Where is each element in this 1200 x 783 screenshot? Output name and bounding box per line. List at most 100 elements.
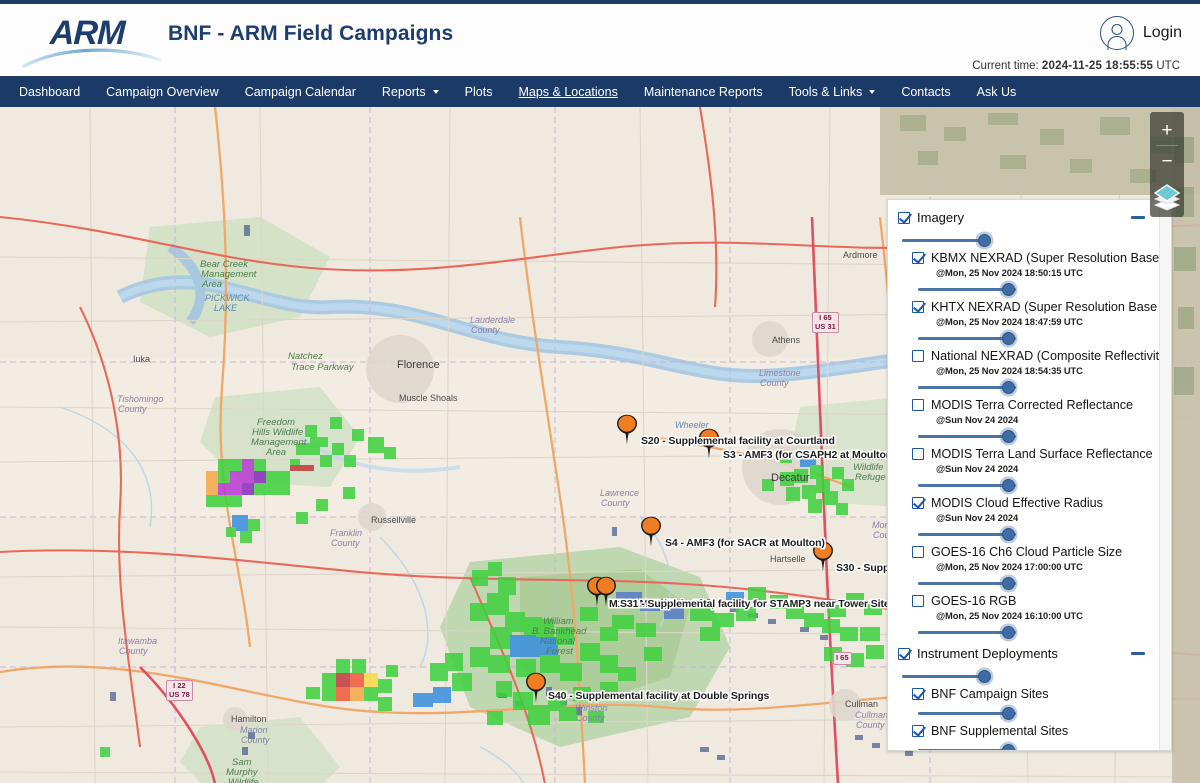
layer-timestamp: @Sun Nov 24 2024: [936, 414, 1019, 425]
slider-track: [902, 675, 990, 678]
nav-item-campaign-calendar[interactable]: Campaign Calendar: [232, 79, 369, 105]
slider-thumb[interactable]: [1002, 430, 1015, 443]
layer-label: GOES-16 Ch6 Cloud Particle Size: [931, 545, 1123, 559]
layer-control-panel[interactable]: Imagery KBMX NEXRAD (Super Resolution Bas…: [887, 199, 1172, 751]
layer-timestamp: @Mon, 25 Nov 2024 18:54:35 UTC: [936, 365, 1083, 376]
nav-item-dashboard[interactable]: Dashboard: [6, 79, 93, 105]
layer-opacity-slider[interactable]: [918, 281, 1151, 297]
nav-item-contacts[interactable]: Contacts: [888, 79, 963, 105]
user-account-icon: [1099, 16, 1134, 50]
site-header: ARM BNF - ARM Field Campaigns Login Curr…: [0, 4, 1200, 76]
layer-checkbox[interactable]: [912, 688, 924, 700]
layer-group-opacity-slider[interactable]: [896, 668, 1151, 684]
layer-checkbox[interactable]: [912, 546, 924, 558]
slider-thumb[interactable]: [1002, 626, 1015, 639]
slider-thumb[interactable]: [1002, 707, 1015, 720]
layer-checkbox[interactable]: [912, 725, 924, 737]
layer-item[interactable]: GOES-16 RGB: [896, 593, 1151, 609]
map-marker-label: S20 - Supplemental facility at Courtland: [641, 435, 835, 447]
layer-group-opacity-slider[interactable]: [896, 232, 1151, 248]
layer-label: MODIS Cloud Effective Radius: [931, 496, 1103, 510]
nav-item-reports[interactable]: Reports: [369, 79, 452, 105]
zoom-out-button[interactable]: −: [1152, 146, 1182, 176]
slider-thumb[interactable]: [978, 670, 991, 683]
layer-opacity-slider[interactable]: [918, 742, 1151, 750]
zoom-in-button[interactable]: +: [1152, 115, 1182, 145]
slider-thumb[interactable]: [1002, 577, 1015, 590]
layer-item[interactable]: MODIS Cloud Effective Radius: [896, 495, 1151, 511]
slider-thumb[interactable]: [1002, 381, 1015, 394]
slider-thumb[interactable]: [1002, 744, 1015, 750]
slider-thumb[interactable]: [978, 234, 991, 247]
layer-timestamp: @Sun Nov 24 2024: [936, 512, 1019, 523]
nav-item-label: Plots: [464, 84, 493, 99]
layer-group-checkbox[interactable]: [898, 648, 910, 660]
layer-item[interactable]: KBMX NEXRAD (Super Resolution Base Refle…: [896, 250, 1159, 266]
layer-item[interactable]: GOES-16 Ch6 Cloud Particle Size: [896, 544, 1151, 560]
layer-opacity-slider[interactable]: [918, 526, 1151, 542]
layer-label: BNF Campaign Sites: [931, 687, 1049, 701]
current-time: Current time: 2024-11-25 18:55:55 UTC: [972, 60, 1180, 72]
layer-timestamp: @Sun Nov 24 2024: [936, 463, 1019, 474]
layer-opacity-slider[interactable]: [918, 624, 1151, 640]
chevron-down-icon: [869, 89, 876, 94]
layer-checkbox[interactable]: [912, 595, 924, 607]
current-time-value: 2024-11-25 18:55:55: [1041, 60, 1154, 72]
layer-group-imagery[interactable]: Imagery: [896, 206, 1151, 229]
chevron-down-icon: [432, 89, 439, 94]
layer-opacity-slider[interactable]: [918, 575, 1151, 591]
layer-group-checkbox[interactable]: [898, 212, 910, 224]
road-shield: I 65 US 31: [812, 312, 839, 333]
slider-thumb[interactable]: [1002, 283, 1015, 296]
login-button[interactable]: Login: [1099, 16, 1182, 50]
nav-item-campaign-overview[interactable]: Campaign Overview: [93, 79, 232, 105]
layer-opacity-slider[interactable]: [918, 379, 1151, 395]
layer-opacity-slider[interactable]: [918, 330, 1151, 346]
slider-thumb[interactable]: [1002, 528, 1015, 541]
road-shield-line: US 31: [815, 321, 836, 331]
collapse-group-button[interactable]: [1131, 216, 1145, 219]
arm-logo[interactable]: ARM: [22, 10, 162, 68]
nav-item-label: Maps & Locations: [518, 84, 618, 99]
nav-item-maps-locations[interactable]: Maps & Locations: [505, 79, 630, 105]
slider-thumb[interactable]: [1002, 479, 1015, 492]
layer-item[interactable]: MODIS Terra Corrected Reflectance: [896, 397, 1151, 413]
slider-thumb[interactable]: [1002, 332, 1015, 345]
map-marker-label: S40 - Supplemental facility at Double Sp…: [548, 690, 770, 702]
map-marker-label: S30 - Suppl: [836, 562, 893, 574]
layer-opacity-slider[interactable]: [918, 428, 1151, 444]
layer-checkbox[interactable]: [912, 448, 924, 460]
layer-checkbox[interactable]: [912, 497, 924, 509]
main-navigation: Dashboard Campaign Overview Campaign Calen…: [0, 76, 1200, 107]
basemap-layers-icon[interactable]: [1151, 180, 1183, 212]
map-marker-label: S31 - Supplemental facility for STAMP3 n…: [620, 598, 890, 610]
page-title: BNF - ARM Field Campaigns: [168, 22, 454, 45]
layer-checkbox[interactable]: [912, 301, 924, 313]
nav-item-label: Campaign Overview: [106, 84, 219, 99]
nav-item-maintenance-reports[interactable]: Maintenance Reports: [631, 79, 776, 105]
nav-item-ask-us[interactable]: Ask Us: [964, 79, 1030, 105]
layer-opacity-slider[interactable]: [918, 705, 1151, 721]
collapse-group-button[interactable]: [1131, 652, 1145, 655]
current-time-zone: UTC: [1156, 60, 1180, 72]
nav-item-label: Dashboard: [19, 84, 81, 99]
layer-label: KBMX NEXRAD (Super Resolution Base Refle…: [931, 251, 1159, 265]
layer-checkbox[interactable]: [912, 252, 924, 264]
map-zoom-controls: + −: [1150, 112, 1184, 217]
layer-item[interactable]: BNF Supplemental Sites: [896, 723, 1151, 739]
nav-item-plots[interactable]: Plots: [452, 79, 506, 105]
layer-item[interactable]: MODIS Terra Land Surface Reflectance: [896, 446, 1153, 462]
layer-item[interactable]: BNF Campaign Sites: [896, 686, 1151, 702]
map-viewport[interactable]: Iuka Florence Muscle Shoals Athens Ardmore De…: [0, 107, 1200, 783]
layer-item[interactable]: National NEXRAD (Composite Reflectivity): [896, 348, 1159, 364]
nav-item-tools-links[interactable]: Tools & Links: [776, 79, 889, 105]
layer-group-instrument-deployments[interactable]: Instrument Deployments: [896, 642, 1151, 665]
road-shield-line: I 65: [836, 653, 849, 662]
layer-panel-scrollbar[interactable]: [1159, 200, 1171, 750]
layer-item[interactable]: KHTX NEXRAD (Super Resolution Base Refle…: [896, 299, 1159, 315]
layer-label: KHTX NEXRAD (Super Resolution Base Refle…: [931, 300, 1159, 314]
layer-opacity-slider[interactable]: [918, 477, 1151, 493]
layer-checkbox[interactable]: [912, 399, 924, 411]
layer-label: BNF Supplemental Sites: [931, 724, 1069, 738]
layer-checkbox[interactable]: [912, 350, 924, 362]
